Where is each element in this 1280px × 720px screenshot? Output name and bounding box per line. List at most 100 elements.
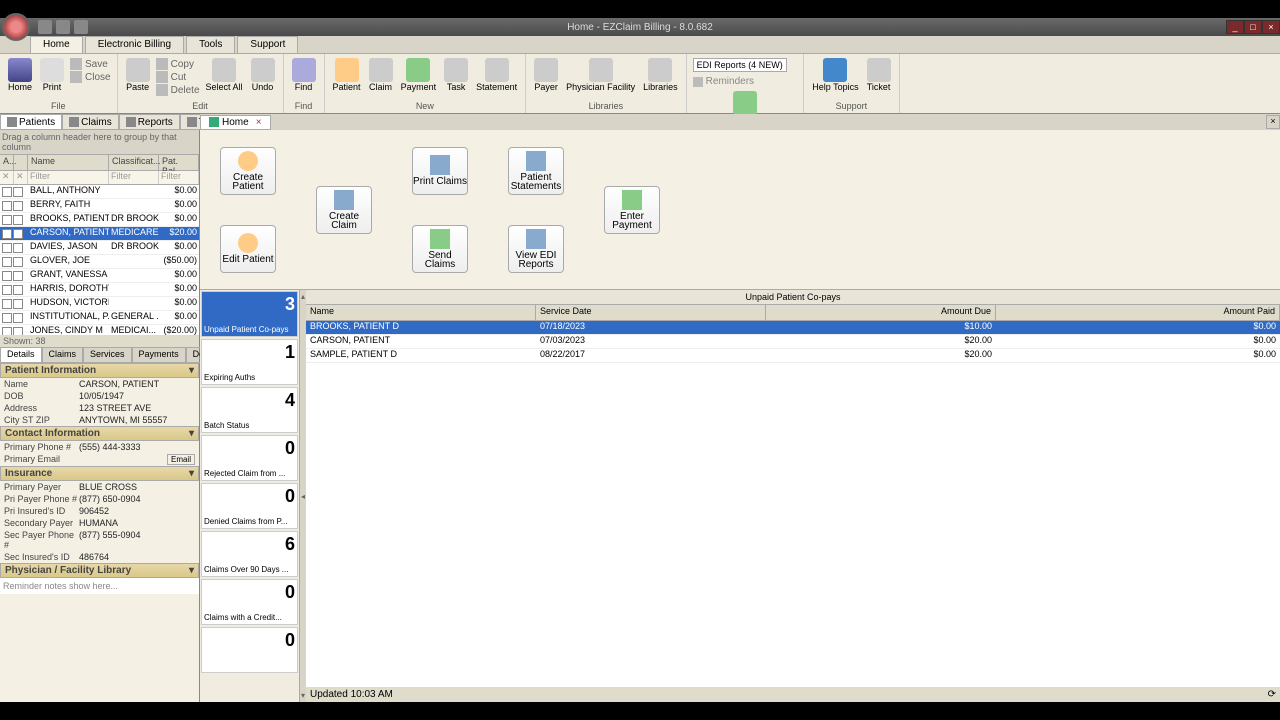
patient-row[interactable]: GRANT, VANESSA$0.00 <box>0 269 199 283</box>
new-payment-button[interactable]: Payment <box>397 56 441 94</box>
patient-row[interactable]: INSTITUTIONAL, P...GENERAL ...$0.00 <box>0 311 199 325</box>
tab-services[interactable]: Services <box>83 347 132 363</box>
refresh-button[interactable]: ⟳ <box>1268 689 1276 700</box>
new-claim-button[interactable]: Claim <box>365 56 397 94</box>
col-date[interactable]: Service Date <box>536 305 766 320</box>
tab-patients[interactable]: Patients <box>0 114 62 130</box>
cut-button[interactable]: Cut <box>156 71 200 83</box>
dash-row[interactable]: BROOKS, PATIENT D07/18/2023$10.00$0.00 <box>306 321 1280 335</box>
col-name[interactable]: Name <box>306 305 536 320</box>
tab-claims2[interactable]: Claims <box>42 347 84 363</box>
dash-tile[interactable]: 3Unpaid Patient Co-pays <box>201 291 298 337</box>
patient-row[interactable]: BROOKS, PATIENT DDR BROOKS$0.00 <box>0 213 199 227</box>
col-name[interactable]: Name <box>28 155 109 170</box>
ribbon-tab-support[interactable]: Support <box>237 36 298 53</box>
save-button[interactable]: Save <box>70 58 111 70</box>
filter-clear2[interactable]: ✕ <box>14 171 28 184</box>
filter-name[interactable]: Filter <box>28 171 109 184</box>
close-all-button[interactable]: × <box>1266 115 1280 129</box>
dash-row[interactable]: CARSON, PATIENT07/03/2023$20.00$0.00 <box>306 335 1280 349</box>
dash-tile[interactable]: 1Expiring Auths <box>201 339 298 385</box>
col-a[interactable]: A... <box>0 155 14 170</box>
ribbon-tab-ebilling[interactable]: Electronic Billing <box>85 36 184 53</box>
dash-tile[interactable]: 0Rejected Claim from ... <box>201 435 298 481</box>
dash-tile[interactable]: 0Denied Claims from P... <box>201 483 298 529</box>
patient-row[interactable]: JONES, CINDY MMEDICAI...($20.00) <box>0 325 199 335</box>
close-button[interactable]: × <box>1262 20 1280 34</box>
field-label: DOB <box>4 391 79 401</box>
patient-row[interactable]: HARRIS, DOROTHY$0.00 <box>0 283 199 297</box>
section-contact-info[interactable]: Contact Information▾ <box>0 426 199 441</box>
new-statement-button[interactable]: Statement <box>472 56 521 94</box>
section-patient-info[interactable]: Patient Information▾ <box>0 363 199 378</box>
physician-button[interactable]: Physician Facility <box>562 56 639 94</box>
print-button[interactable]: Print <box>36 56 68 94</box>
app-icon[interactable] <box>2 13 30 41</box>
patient-row[interactable]: CARSON, PATIENTMEDICARE$20.00 <box>0 227 199 241</box>
minimize-button[interactable]: _ <box>1226 20 1244 34</box>
col-due[interactable]: Amount Due <box>766 305 996 320</box>
filter-bal[interactable]: Filter <box>159 171 199 184</box>
patient-row[interactable]: HUDSON, VICTORIA$0.00 <box>0 297 199 311</box>
dash-tile[interactable]: 0Claims with a Credit... <box>201 579 298 625</box>
qat-btn[interactable] <box>56 20 70 34</box>
dash-tile[interactable]: 4Batch Status <box>201 387 298 433</box>
filter-clear[interactable]: ✕ <box>0 171 14 184</box>
find-button[interactable]: Find <box>288 56 320 94</box>
dash-tile[interactable]: 0 <box>201 627 298 673</box>
patient-row[interactable]: BERRY, FAITH$0.00 <box>0 199 199 213</box>
create-claim-button[interactable]: Create Claim <box>316 186 372 234</box>
filter-class[interactable]: Filter <box>109 171 159 184</box>
ribbon-tab-tools[interactable]: Tools <box>186 36 235 53</box>
libraries-button[interactable]: Libraries <box>639 56 682 94</box>
tab-reports[interactable]: Reports <box>119 114 180 130</box>
field-value: BLUE CROSS <box>79 482 195 492</box>
copy-button[interactable]: Copy <box>156 58 200 70</box>
col-paid[interactable]: Amount Paid <box>996 305 1280 320</box>
tab-details[interactable]: Details <box>0 347 42 363</box>
new-task-button[interactable]: Task <box>440 56 472 94</box>
reminders-button[interactable]: Reminders <box>691 74 756 89</box>
print-claims-button[interactable]: Print Claims <box>412 147 468 195</box>
email-button[interactable]: Email <box>167 454 195 465</box>
enter-payment-button[interactable]: Enter Payment <box>604 186 660 234</box>
tab-payments[interactable]: Payments <box>132 347 186 363</box>
help-button[interactable]: Help Topics <box>808 56 862 94</box>
doc-tab-home[interactable]: Home× <box>200 115 271 130</box>
ribbon-tab-home[interactable]: Home <box>30 36 83 53</box>
edit-patient-button[interactable]: Edit Patient <box>220 225 276 273</box>
section-insurance[interactable]: Insurance▾ <box>0 466 199 481</box>
alerts-combo[interactable]: EDI Reports (4 NEW) <box>693 58 787 72</box>
close-tab-icon[interactable]: × <box>256 117 262 128</box>
home-icon <box>209 117 219 127</box>
send-icon <box>430 229 450 249</box>
send-claims-button[interactable]: Send Claims <box>412 225 468 273</box>
undo-button[interactable]: Undo <box>247 56 279 94</box>
col-class[interactable]: Classificat... <box>109 155 159 170</box>
col-ico[interactable] <box>14 155 28 170</box>
tab-claims[interactable]: Claims <box>62 114 119 130</box>
patient-row[interactable]: DAVIES, JASONDR BROOKS$0.00 <box>0 241 199 255</box>
paste-button[interactable]: Paste <box>122 56 154 94</box>
payer-button[interactable]: Payer <box>530 56 562 94</box>
payer-icon <box>534 58 558 82</box>
maximize-button[interactable]: □ <box>1244 20 1262 34</box>
home-button[interactable]: Home <box>4 56 36 94</box>
patient-row[interactable]: GLOVER, JOE($50.00) <box>0 255 199 269</box>
view-reports-button[interactable]: View EDI Reports <box>508 225 564 273</box>
new-patient-button[interactable]: Patient <box>329 56 365 94</box>
reminder-notes[interactable]: Reminder notes show here... <box>0 578 199 594</box>
ticket-button[interactable]: Ticket <box>863 56 895 94</box>
delete-button[interactable]: Delete <box>156 84 200 96</box>
dash-tile[interactable]: 6Claims Over 90 Days ... <box>201 531 298 577</box>
create-patient-button[interactable]: Create Patient <box>220 147 276 195</box>
col-bal[interactable]: Pat. Bal. <box>159 155 199 170</box>
section-physician[interactable]: Physician / Facility Library▾ <box>0 563 199 578</box>
qat-btn[interactable] <box>74 20 88 34</box>
patient-statements-button[interactable]: Patient Statements <box>508 147 564 195</box>
dash-row[interactable]: SAMPLE, PATIENT D08/22/2017$20.00$0.00 <box>306 349 1280 363</box>
selectall-button[interactable]: Select All <box>202 56 247 94</box>
close-button[interactable]: Close <box>70 71 111 83</box>
patient-row[interactable]: BALL, ANTHONY$0.00 <box>0 185 199 199</box>
qat-btn[interactable] <box>38 20 52 34</box>
